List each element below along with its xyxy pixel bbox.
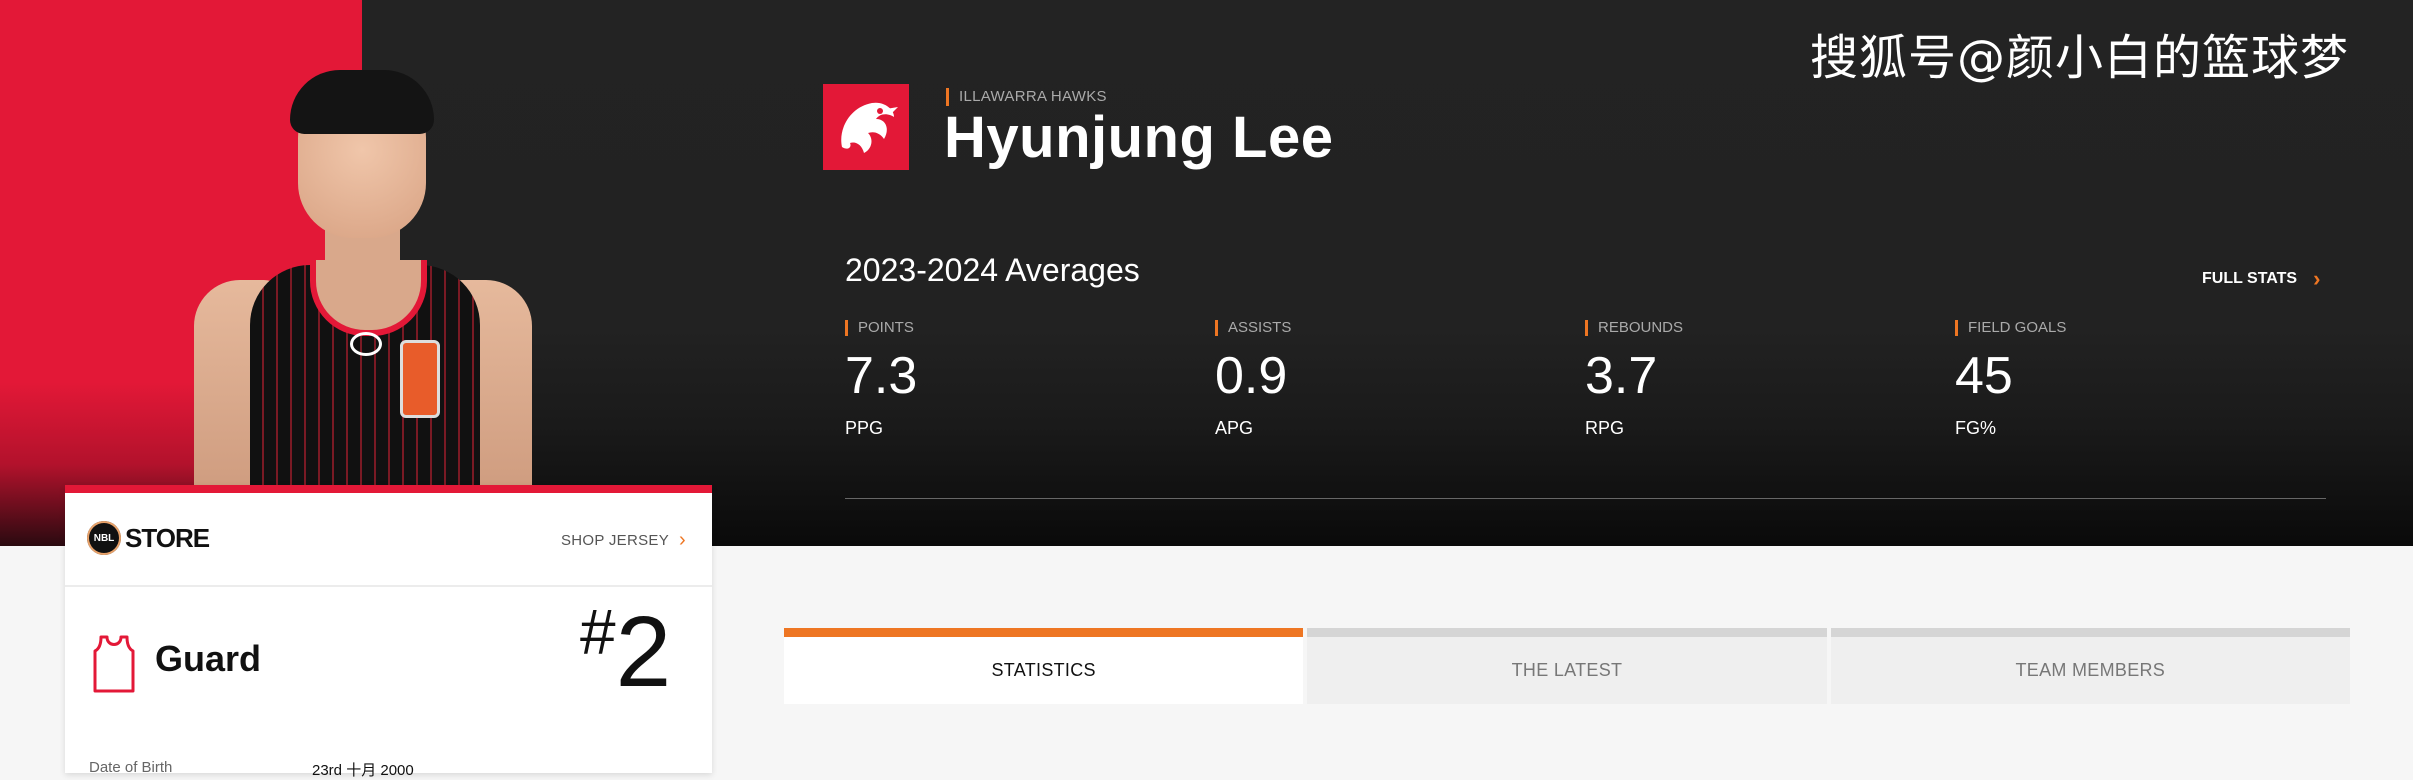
tab-the-latest[interactable]: THE LATEST bbox=[1307, 628, 1827, 704]
shop-jersey-link[interactable]: SHOP JERSEY › bbox=[561, 529, 686, 552]
stat-value: 45 bbox=[1955, 347, 2013, 405]
averages-title: 2023-2024 Averages bbox=[845, 252, 1140, 288]
player-photo bbox=[190, 70, 540, 546]
stat-assists: ASSISTS 0.9 APG bbox=[1215, 320, 1291, 439]
hawk-icon[interactable] bbox=[823, 84, 909, 170]
store-row: NBL STORE SHOP JERSEY › bbox=[65, 493, 712, 587]
player-hero: 搜狐号@颜小白的篮球梦 ILLAWARRA HAWKS Hyunjung Lee… bbox=[0, 0, 2413, 546]
dob-value: 23rd 十月 2000 bbox=[312, 762, 414, 779]
dob-label: Date of Birth bbox=[89, 759, 173, 776]
profile-tabs: STATISTICS THE LATEST TEAM MEMBERS bbox=[784, 628, 2350, 704]
player-info-card: NBL STORE SHOP JERSEY › Guard #2 Date of… bbox=[65, 485, 712, 779]
nbl-logo-icon: NBL bbox=[87, 521, 121, 555]
stat-value: 7.3 bbox=[845, 347, 918, 405]
tab-team-members[interactable]: TEAM MEMBERS bbox=[1830, 628, 2350, 704]
jersey-number-hash: # bbox=[580, 596, 616, 668]
stat-points: POINTS 7.3 PPG bbox=[845, 320, 917, 439]
jersey-icon bbox=[93, 635, 135, 693]
stat-label: ASSISTS bbox=[1215, 320, 1291, 336]
player-name: Hyunjung Lee bbox=[944, 105, 1334, 170]
stat-label: REBOUNDS bbox=[1585, 320, 1683, 336]
chevron-right-icon: › bbox=[2313, 266, 2321, 291]
stat-value: 0.9 bbox=[1215, 347, 1288, 405]
jersey-number-value: 2 bbox=[615, 596, 672, 708]
stat-label: FIELD GOALS bbox=[1955, 320, 2066, 336]
store-label: STORE bbox=[125, 523, 210, 553]
chevron-right-icon: › bbox=[679, 529, 686, 551]
jersey-number: #2 bbox=[580, 595, 671, 710]
watermark: 搜狐号@颜小白的篮球梦 bbox=[1809, 30, 2349, 86]
full-stats-label: FULL STATS bbox=[2202, 270, 2298, 287]
stat-field-goals: FIELD GOALS 45 FG% bbox=[1955, 320, 2066, 439]
player-position: Guard bbox=[155, 638, 262, 679]
stat-unit: PPG bbox=[845, 418, 884, 438]
full-stats-link[interactable]: FULL STATS › bbox=[2202, 266, 2320, 292]
stat-label: POINTS bbox=[845, 320, 917, 336]
shop-jersey-label: SHOP JERSEY bbox=[560, 532, 670, 549]
stat-unit: FG% bbox=[1955, 418, 1997, 438]
tab-statistics[interactable]: STATISTICS bbox=[784, 628, 1304, 704]
divider bbox=[845, 498, 2326, 499]
stat-rebounds: REBOUNDS 3.7 RPG bbox=[1585, 320, 1683, 439]
stat-unit: RPG bbox=[1585, 418, 1625, 438]
stat-value: 3.7 bbox=[1585, 347, 1658, 405]
stat-unit: APG bbox=[1215, 418, 1254, 438]
